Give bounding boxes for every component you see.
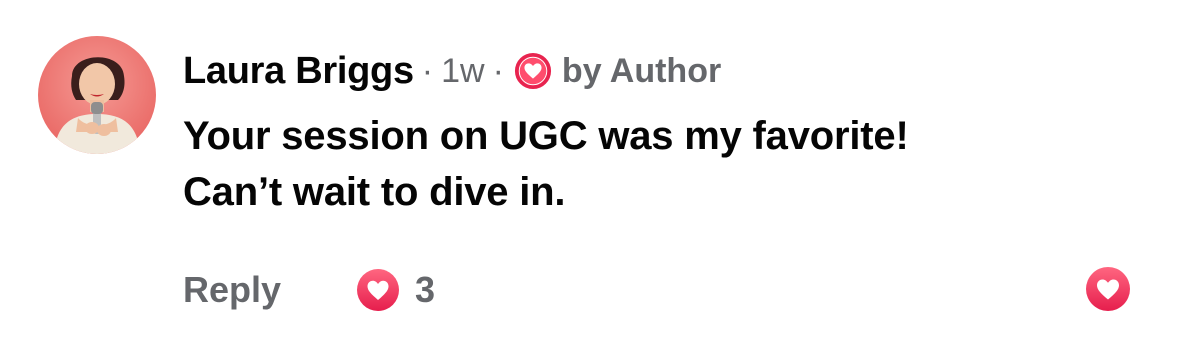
separator-dot: ·	[492, 51, 504, 90]
reaction-count: 3	[415, 269, 436, 310]
avatar[interactable]	[38, 36, 156, 154]
author-name[interactable]: Laura Briggs	[183, 50, 414, 93]
comment-header: Laura Briggs · 1w · by Author	[183, 48, 721, 94]
comment: Laura Briggs · 1w · by Author Your sessi…	[0, 0, 1179, 347]
comment-text-line: Your session on UGC was my favorite!	[183, 114, 909, 158]
heart-icon	[355, 267, 401, 313]
reaction-summary[interactable]: 3	[355, 267, 435, 313]
comment-actions: Reply 3	[183, 266, 435, 314]
author-badge: by Author	[561, 51, 722, 90]
heart-icon	[1084, 265, 1132, 313]
like-button[interactable]	[1084, 265, 1132, 313]
timestamp[interactable]: 1w	[441, 52, 484, 91]
author-heart-icon	[514, 52, 552, 90]
comment-text-line: Can’t wait to dive in.	[183, 170, 566, 214]
separator-dot: ·	[421, 51, 434, 90]
reply-button[interactable]: Reply	[183, 269, 281, 311]
comment-text: Your session on UGC was my favorite! Can…	[183, 108, 1143, 220]
